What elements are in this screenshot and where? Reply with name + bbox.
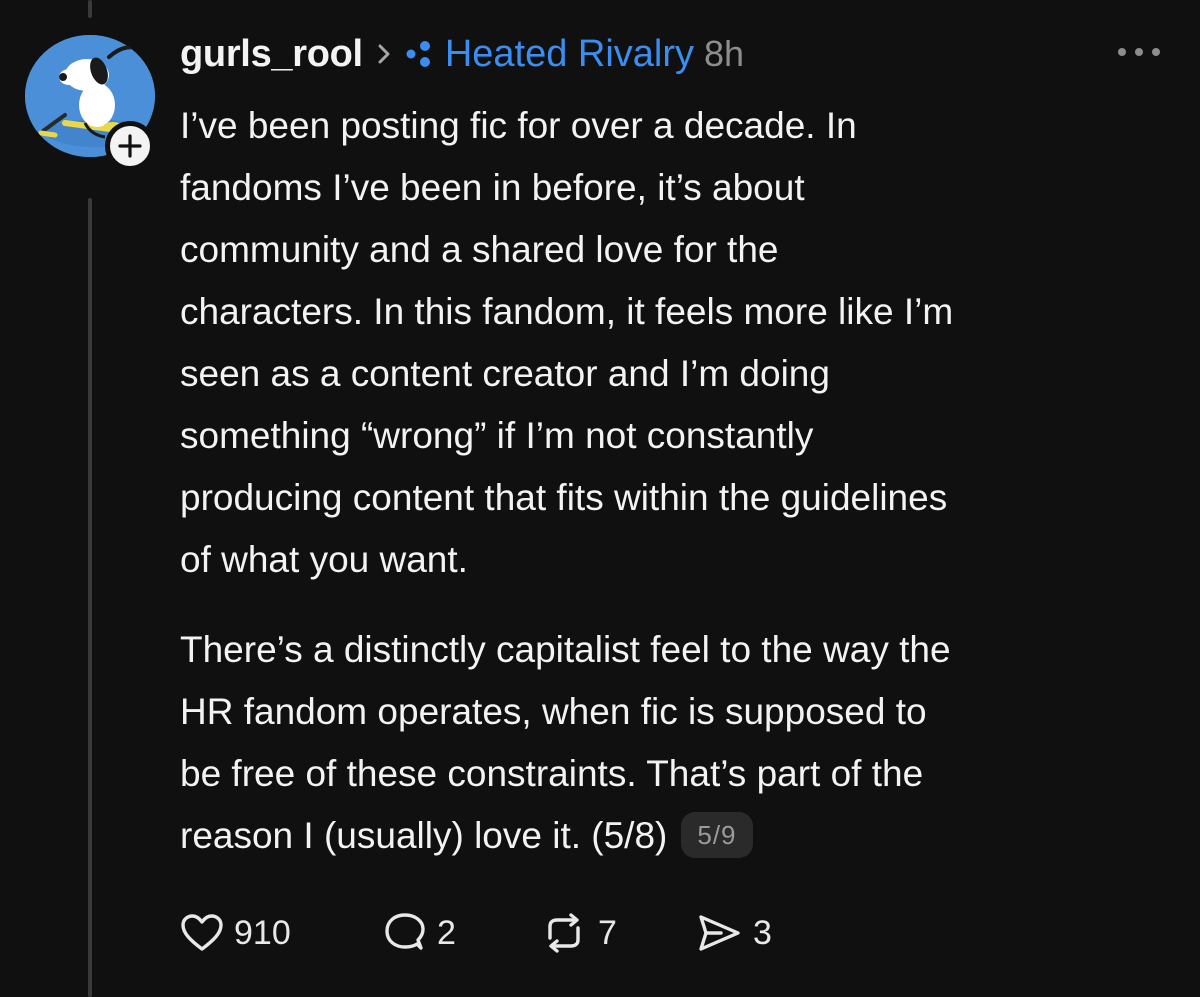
- post-header: gurls_rool Heated Rivalry 8h: [180, 26, 744, 82]
- repost-icon: [548, 913, 580, 953]
- text-line: HR fandom operates, when fic is supposed…: [180, 691, 927, 732]
- action-bar: 910 2 7 3: [180, 905, 772, 961]
- text-line: characters. In this fandom, it feels mor…: [180, 291, 954, 332]
- text-line: something “wrong” if I’m not constantly: [180, 415, 814, 456]
- text-line: There’s a distinctly capitalist feel to …: [180, 629, 951, 670]
- plus-icon: [118, 134, 142, 158]
- share-button[interactable]: 3: [695, 912, 772, 954]
- post-timestamp: 8h: [704, 33, 745, 74]
- page-indicator-badge: 5/9: [681, 812, 753, 859]
- text-line: reason I (usually) love it. (5/8): [180, 815, 668, 856]
- community-link[interactable]: Heated Rivalry: [403, 33, 694, 76]
- text-line: be free of these constraints. That’s par…: [180, 753, 924, 794]
- text-line-last: reason I (usually) love it. (5/8) 5/9: [180, 805, 1180, 867]
- follow-button[interactable]: [105, 121, 155, 171]
- reply-count: 2: [437, 913, 456, 952]
- repost-count: 7: [598, 913, 617, 952]
- share-count: 3: [753, 913, 772, 952]
- more-dots-icon: [1118, 48, 1160, 56]
- heart-icon: [181, 914, 223, 951]
- thread-line: [88, 198, 92, 997]
- repost-button[interactable]: 7: [540, 912, 695, 954]
- post-body: I’ve been posting fic for over a decade.…: [180, 95, 1180, 867]
- text-line: seen as a content creator and I’m doing: [180, 353, 830, 394]
- reply-bubble-icon: [385, 913, 425, 950]
- like-count: 910: [234, 913, 291, 952]
- like-button[interactable]: 910: [180, 913, 383, 953]
- send-icon: [699, 915, 740, 951]
- author-name[interactable]: gurls_rool: [180, 33, 363, 76]
- chevron-right-icon: [377, 43, 391, 65]
- reply-button[interactable]: 2: [383, 912, 540, 954]
- text-line: of what you want.: [180, 539, 468, 580]
- thread-line-top: [88, 0, 92, 18]
- community-dots-icon: [403, 39, 435, 69]
- text-line: I’ve been posting fic for over a decade.…: [180, 105, 857, 146]
- text-line: fandoms I’ve been in before, it’s about: [180, 167, 805, 208]
- community-name: Heated Rivalry: [444, 32, 695, 75]
- more-options-button[interactable]: [1114, 44, 1164, 60]
- text-line: community and a shared love for the: [180, 229, 779, 270]
- text-line: producing content that fits within the g…: [180, 477, 948, 518]
